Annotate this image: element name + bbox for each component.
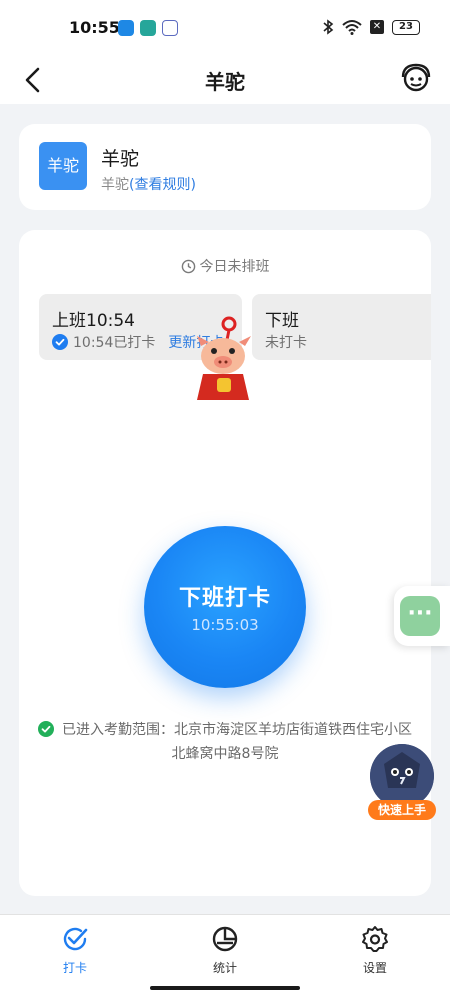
gear-icon	[362, 926, 388, 952]
punch-label: 下班打卡	[178, 586, 271, 611]
group-subtitle-prefix: 羊驼	[101, 177, 129, 193]
schedule-note-text: 今日未排班	[199, 259, 270, 275]
app-bar: 羊驼	[0, 56, 450, 104]
x-badge-icon: ✕	[370, 20, 384, 34]
quick-start-button[interactable]: 快速上手	[366, 744, 438, 824]
battery-icon: 23	[392, 19, 420, 35]
shift-in-status-text: 10:54已打卡	[73, 335, 156, 351]
robot-mascot-icon	[370, 744, 434, 808]
view-rules-link[interactable]: (查看规则)	[129, 177, 196, 193]
tab-label: 打卡	[62, 961, 87, 975]
shift-card-clock-out[interactable]: 下班 未打卡	[252, 294, 431, 360]
more-dots-icon: ···	[400, 596, 440, 636]
page-title: 羊驼	[205, 70, 245, 94]
shift-in-title: 上班10:54	[52, 311, 135, 331]
clock-icon	[181, 259, 195, 274]
punch-time: 10:55:03	[191, 616, 259, 634]
clock-out-button[interactable]: 下班打卡 10:55:03	[144, 526, 306, 688]
quick-start-label: 快速上手	[368, 800, 436, 820]
tab-statistics[interactable]: 统计	[185, 925, 265, 976]
group-avatar: 羊驼	[39, 142, 87, 190]
schedule-note: 今日未排班	[19, 256, 431, 276]
headset-icon[interactable]	[398, 60, 434, 96]
tab-clock-in[interactable]: 打卡	[35, 925, 115, 976]
group-name: 羊驼	[101, 148, 140, 170]
app-notification-icon	[118, 20, 134, 36]
floating-chat-button[interactable]: ···	[394, 586, 450, 646]
shift-out-title: 下班	[265, 311, 299, 331]
app-notification-icon	[140, 20, 156, 36]
app-notification-icon	[162, 20, 178, 36]
group-subtitle: 羊驼(查看规则)	[101, 174, 196, 194]
shift-out-status: 未打卡	[265, 335, 307, 351]
status-bar: 10:55 ✕ 23	[0, 0, 450, 56]
group-info-card[interactable]: 羊驼 羊驼 羊驼(查看规则)	[19, 124, 431, 210]
tab-label: 统计	[212, 961, 237, 975]
check-circle-icon	[38, 721, 54, 737]
tab-label: 设置	[362, 961, 387, 975]
location-status: 已进入考勤范围：北京市海淀区羊坊店街道铁西住宅小区北蜂窝中路8号院	[37, 718, 413, 766]
status-indicators: ✕ 23	[322, 19, 420, 35]
tab-settings[interactable]: 设置	[335, 925, 415, 976]
check-icon	[63, 927, 88, 951]
home-indicator[interactable]	[150, 986, 300, 990]
bluetooth-icon	[323, 19, 334, 35]
mascot-sticker[interactable]	[193, 316, 255, 400]
wifi-icon	[342, 20, 362, 35]
check-circle-icon	[52, 334, 68, 350]
pie-chart-icon	[212, 926, 238, 952]
status-time: 10:55	[69, 18, 120, 37]
location-text: 已进入考勤范围：北京市海淀区羊坊店街道铁西住宅小区北蜂窝中路8号院	[62, 722, 412, 762]
